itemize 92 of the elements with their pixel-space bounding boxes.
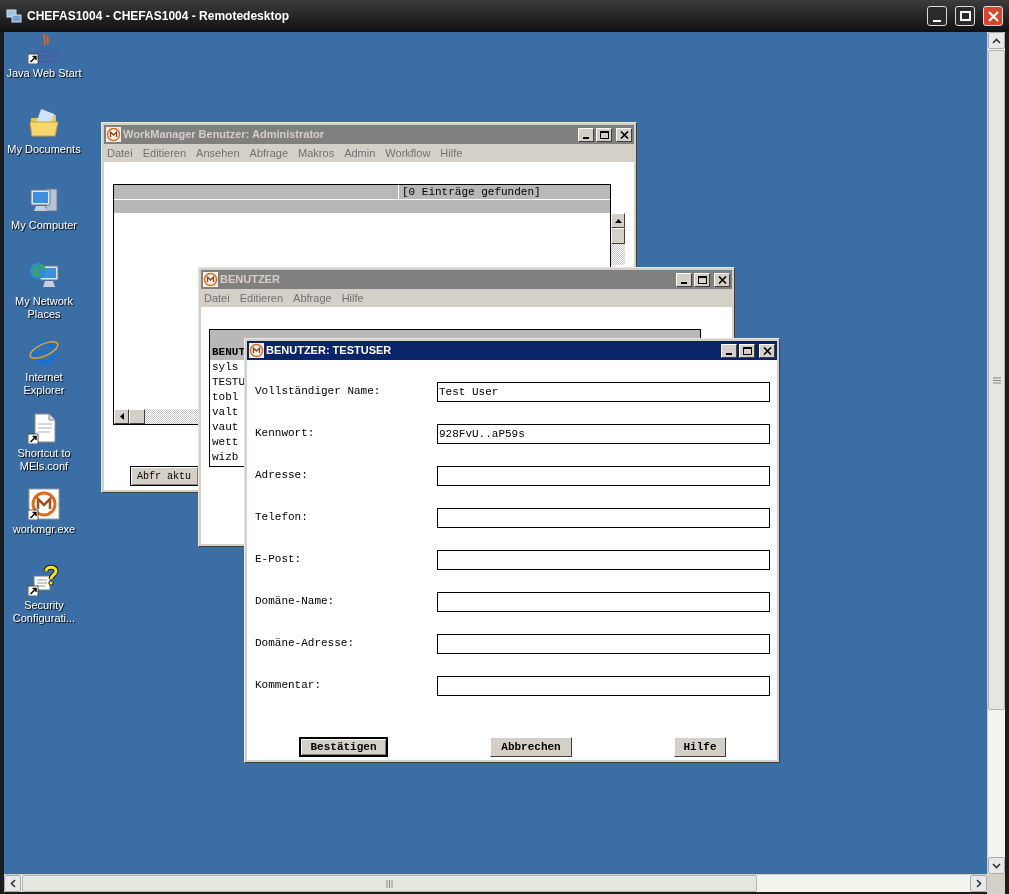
dialog-button[interactable]: Hilfe xyxy=(674,737,726,757)
scroll-down-button[interactable] xyxy=(988,857,1005,874)
list-row[interactable]: wett xyxy=(210,435,244,450)
menu-item[interactable]: Abfrage xyxy=(249,144,289,162)
minimize-icon xyxy=(726,352,732,355)
input-field[interactable] xyxy=(437,466,770,486)
list-row[interactable]: BENUT xyxy=(210,345,244,360)
help-document-icon[interactable] xyxy=(28,564,60,596)
window-title: CHEFAS1004 - CHEFAS1004 - Remotedesktop xyxy=(27,8,290,25)
close-icon xyxy=(987,10,999,22)
menu-item[interactable]: Hilfe xyxy=(341,289,364,307)
icon-label[interactable]: Security Configurati... xyxy=(5,599,83,625)
close-icon xyxy=(619,130,629,139)
maximize-icon xyxy=(959,11,971,21)
scrollbar-corner xyxy=(987,874,1005,894)
status-text: [0 Einträge gefunden] xyxy=(401,185,541,199)
input-field[interactable] xyxy=(437,508,770,528)
triangle-up-icon xyxy=(614,218,622,223)
horizontal-scrollbar[interactable] xyxy=(4,874,988,892)
icon-label[interactable]: My Computer xyxy=(5,219,83,232)
folder-icon[interactable] xyxy=(28,108,60,140)
field-label: Domäne-Name: xyxy=(255,594,336,609)
close-icon xyxy=(762,346,772,355)
field-label: Telefon: xyxy=(255,510,309,525)
list-row[interactable]: vaut xyxy=(210,420,244,435)
input-field[interactable] xyxy=(437,676,770,696)
window-title: BENUTZER: TESTUSER xyxy=(266,343,392,359)
menu-item[interactable]: Editieren xyxy=(239,289,284,307)
app-logo-icon xyxy=(203,272,218,287)
minimize-icon xyxy=(933,20,941,22)
icon-label[interactable]: workmgr.exe xyxy=(5,523,83,536)
app-logo-icon[interactable] xyxy=(28,488,60,520)
menu-item[interactable]: Admin xyxy=(344,144,376,162)
input-field[interactable] xyxy=(437,634,770,654)
list-row[interactable]: tobl xyxy=(210,390,244,405)
app-logo-icon xyxy=(249,343,264,358)
minimize-icon xyxy=(583,136,589,139)
scrollbar-thumb[interactable] xyxy=(988,50,1005,710)
refresh-query-button[interactable]: Abfr aktu xyxy=(130,466,198,486)
icon-label[interactable]: Internet Explorer xyxy=(5,371,83,397)
input-field[interactable]: Test User xyxy=(437,382,770,402)
minimize-icon xyxy=(681,281,687,284)
list-row[interactable]: valt xyxy=(210,405,244,420)
input-field[interactable]: 928FvU..aP59s xyxy=(437,424,770,444)
field-label: E-Post: xyxy=(255,552,303,567)
field-label: Adresse: xyxy=(255,468,309,483)
field-label: Kennwort: xyxy=(255,426,316,441)
menu-item[interactable]: Abfrage xyxy=(293,289,332,307)
maximize-button[interactable] xyxy=(955,6,975,26)
icon-label[interactable]: Java Web Start xyxy=(5,67,83,80)
menu-item[interactable]: Datei xyxy=(204,289,230,307)
coffee-cup-icon[interactable] xyxy=(28,32,60,64)
grip-icon xyxy=(386,879,393,888)
menu-item[interactable]: Hilfe xyxy=(440,144,463,162)
list-row[interactable]: wizb xyxy=(210,450,244,465)
list-row[interactable]: TESTU xyxy=(210,375,244,390)
chevron-down-icon xyxy=(992,862,1001,869)
icon-label[interactable]: My Network Places xyxy=(5,295,83,321)
field-label: Domäne-Adresse: xyxy=(255,636,356,651)
maximize-icon xyxy=(697,275,707,284)
chevron-up-icon xyxy=(992,37,1001,44)
scroll-up-button[interactable] xyxy=(988,32,1005,49)
app-logo-icon xyxy=(106,127,121,142)
dialog-button[interactable]: Abbrechen xyxy=(490,737,572,757)
vertical-scrollbar[interactable] xyxy=(987,32,1005,874)
maximize-icon xyxy=(742,346,752,355)
window-title: BENUTZER xyxy=(220,272,280,288)
dialog-button[interactable]: Bestätigen xyxy=(299,737,388,757)
list-row[interactable]: syls xyxy=(210,360,244,375)
scroll-right-button[interactable] xyxy=(970,875,988,892)
menu-item[interactable]: Editieren xyxy=(142,144,187,162)
chevron-left-icon xyxy=(9,879,16,888)
menu-item[interactable]: Ansehen xyxy=(196,144,240,162)
field-label: Vollständiger Name: xyxy=(255,384,382,399)
menu-item[interactable]: Workflow xyxy=(385,144,431,162)
minimize-button[interactable] xyxy=(927,6,947,26)
grip-icon xyxy=(992,376,1001,384)
icon-label[interactable]: My Documents xyxy=(5,143,83,156)
icon-label[interactable]: Shortcut to MEls.conf xyxy=(5,447,83,473)
scrollbar-thumb[interactable] xyxy=(22,875,757,892)
field-label: Kommentar: xyxy=(255,678,322,693)
menu-item[interactable]: Datei xyxy=(107,144,133,162)
close-icon xyxy=(717,275,727,284)
scroll-left-button[interactable] xyxy=(4,875,21,892)
maximize-icon xyxy=(599,130,609,139)
chevron-right-icon xyxy=(975,879,982,888)
input-field[interactable] xyxy=(437,550,770,570)
remote-desktop-icon xyxy=(6,8,22,24)
menu-item[interactable]: Makros xyxy=(298,144,335,162)
window-title: WorkManager Benutzer: Administrator xyxy=(123,127,325,143)
input-field[interactable] xyxy=(437,592,770,612)
triangle-left-icon xyxy=(119,413,124,420)
